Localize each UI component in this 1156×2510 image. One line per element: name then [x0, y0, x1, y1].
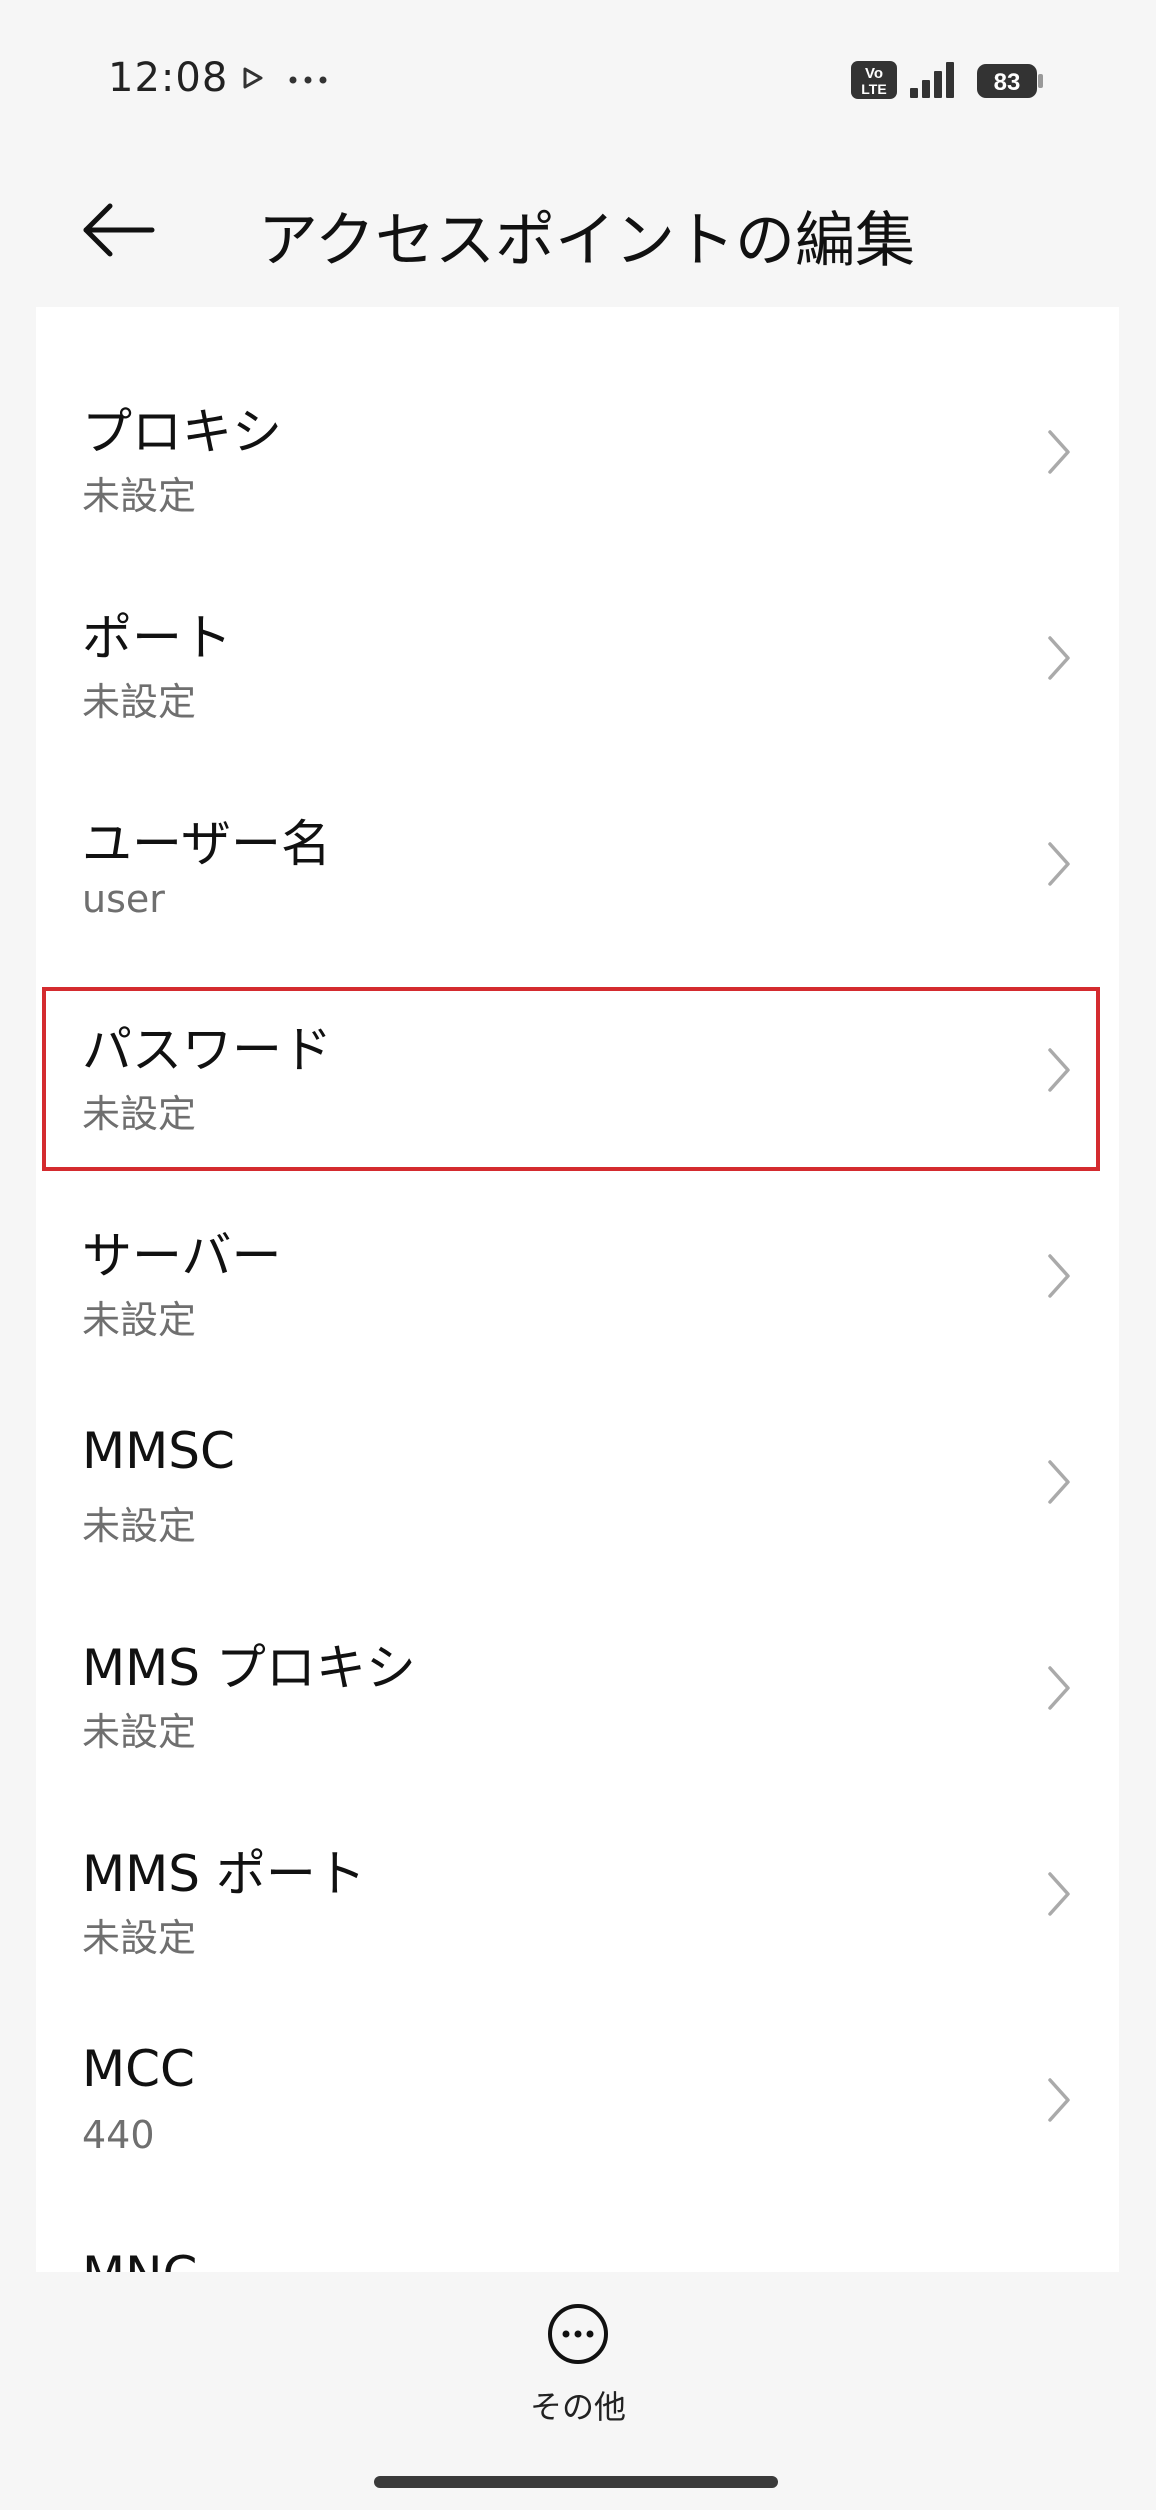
svg-text:LTE: LTE	[861, 81, 886, 97]
chevron-right-icon	[1048, 1666, 1070, 1710]
setting-value: 440	[82, 2113, 155, 2157]
setting-label: パスワード	[82, 1021, 332, 1079]
setting-value: 未設定	[82, 1298, 197, 1342]
battery-icon: 83	[977, 64, 1043, 98]
setting-item-password[interactable]: パスワード 未設定	[36, 977, 1119, 1167]
setting-item-mnc[interactable]: MNC	[36, 2213, 1119, 2272]
setting-label: MCC	[82, 2040, 195, 2098]
more-circle-icon	[548, 2304, 608, 2364]
setting-value: 未設定	[82, 1504, 197, 1548]
setting-label: ユーザー名	[82, 815, 331, 873]
setting-item-mmsc[interactable]: MMSC 未設定	[36, 1389, 1119, 1579]
setting-value: user	[82, 877, 165, 921]
setting-item-username[interactable]: ユーザー名 user	[36, 771, 1119, 961]
back-arrow-icon[interactable]	[80, 200, 156, 260]
setting-item-server[interactable]: サーバー 未設定	[36, 1183, 1119, 1373]
chevron-right-icon	[1048, 1872, 1070, 1916]
setting-label: プロキシ	[82, 403, 282, 461]
chevron-right-icon	[1048, 1254, 1070, 1298]
setting-label: MMSC	[82, 1422, 235, 1480]
setting-label: サーバー	[82, 1227, 282, 1285]
setting-value: 未設定	[82, 1710, 197, 1754]
apn-settings-list: プロキシ 未設定 ポート 未設定 ユーザー名 user パスワード 未設定 サー…	[36, 307, 1119, 2272]
more-dots-icon	[289, 76, 327, 84]
home-indicator[interactable]	[374, 2476, 778, 2488]
app-header: アクセスポイントの編集	[0, 160, 1156, 305]
setting-item-mcc[interactable]: MCC 440	[36, 2007, 1119, 2197]
battery-level: 83	[994, 69, 1021, 96]
setting-label: MMS プロキシ	[82, 1639, 416, 1697]
chevron-right-icon	[1048, 1048, 1070, 1092]
list-item-cut-top	[36, 307, 1119, 327]
volte-icon: Vo LTE	[851, 61, 897, 99]
setting-item-proxy[interactable]: プロキシ 未設定	[36, 359, 1119, 549]
setting-item-mms-port[interactable]: MMS ポート 未設定	[36, 1801, 1119, 1991]
setting-value: 未設定	[82, 474, 197, 518]
chevron-right-icon	[1048, 636, 1070, 680]
setting-label: MMS ポート	[82, 1845, 366, 1903]
setting-value: 未設定	[82, 680, 197, 724]
setting-label: MNC	[82, 2246, 197, 2272]
status-bar: 12:08 Vo LTE 83	[0, 0, 1156, 160]
svg-text:Vo: Vo	[865, 65, 883, 82]
status-time: 12:08	[108, 55, 229, 101]
chevron-right-icon	[1048, 1460, 1070, 1504]
page-title: アクセスポイントの編集	[258, 206, 915, 276]
more-label: その他	[529, 2388, 626, 2426]
chevron-right-icon	[1048, 2078, 1070, 2122]
more-button[interactable]: その他	[528, 2302, 628, 2432]
chevron-right-icon	[1048, 842, 1070, 886]
setting-value: 未設定	[82, 1092, 197, 1136]
setting-item-mms-proxy[interactable]: MMS プロキシ 未設定	[36, 1595, 1119, 1785]
play-icon	[243, 67, 263, 89]
chevron-right-icon	[1048, 430, 1070, 474]
setting-item-port[interactable]: ポート 未設定	[36, 565, 1119, 755]
setting-value: 未設定	[82, 1916, 197, 1960]
signal-icon	[910, 62, 954, 98]
setting-label: ポート	[82, 609, 232, 667]
